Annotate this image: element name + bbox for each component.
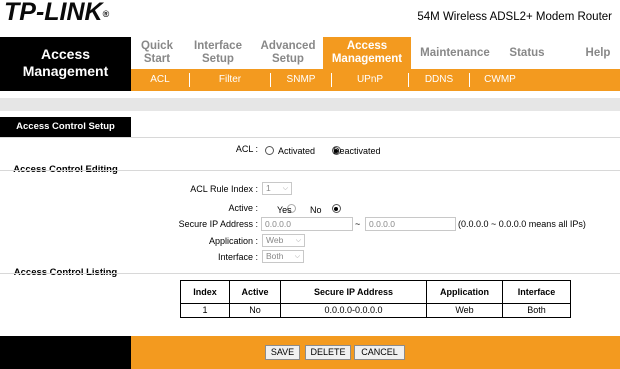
nav-status[interactable]: Status	[499, 37, 555, 69]
cancel-button[interactable]: CANCEL	[354, 345, 405, 360]
application-value: Web	[266, 235, 284, 245]
chevron-down-icon: ⌵	[294, 253, 300, 260]
section-access-control-setup: Access Control Setup	[0, 117, 131, 137]
subnav-upnp[interactable]: UPnP	[332, 69, 408, 91]
cell-application: Web	[426, 302, 503, 319]
cell-secure-ip: 0.0.0.0-0.0.0.0	[280, 302, 427, 319]
col-header-application: Application	[426, 280, 503, 304]
interface-label: Interface :	[217, 252, 258, 262]
section-title-line2: Management	[22, 63, 109, 79]
cell-index: 1	[180, 302, 230, 319]
acl-listing-table: Index Active Secure IP Address Applicati…	[180, 280, 571, 319]
table-row: 1 No 0.0.0.0-0.0.0.0 Web Both	[180, 302, 571, 319]
nav-interface-setup[interactable]: Interface Setup	[183, 37, 253, 69]
acl-activated-radio[interactable]	[265, 146, 274, 156]
application-label: Application :	[208, 236, 258, 246]
tp-link-logo: TP-LINK®	[4, 0, 164, 26]
subnav-snmp[interactable]: SNMP	[271, 69, 331, 91]
nav-maintenance[interactable]: Maintenance	[417, 37, 493, 69]
active-label: Active :	[228, 203, 258, 213]
chevron-down-icon: ⌵	[282, 185, 288, 192]
nav-help[interactable]: Help	[579, 37, 617, 69]
chevron-down-icon: ⌵	[295, 237, 301, 244]
divider	[0, 170, 620, 171]
table-header-row: Index Active Secure IP Address Applicati…	[180, 280, 571, 304]
separator-band	[0, 98, 620, 111]
footer-left-block	[0, 336, 131, 369]
nav-access-management[interactable]: Access Management	[323, 37, 411, 69]
active-no-radio[interactable]	[331, 204, 341, 214]
secure-ip-label: Secure IP Address :	[178, 219, 258, 229]
save-button[interactable]: SAVE	[265, 345, 300, 360]
interface-value: Both	[266, 251, 284, 261]
ip-range-hint: (0.0.0.0 ~ 0.0.0.0 means all IPs)	[458, 219, 586, 229]
col-header-secure-ip: Secure IP Address	[280, 280, 427, 304]
interface-select[interactable]: Both ⌵	[262, 250, 304, 263]
logo-text: TP-LINK	[4, 0, 103, 26]
divider	[0, 137, 620, 138]
model-title: 54M Wireless ADSL2+ Modem Router	[417, 11, 612, 23]
section-title-line1: Access	[40, 46, 91, 62]
application-select[interactable]: Web ⌵	[262, 234, 305, 247]
logo-registered-mark: ®	[102, 9, 110, 19]
rule-index-select[interactable]: 1 ⌵	[262, 182, 292, 195]
secure-ip-start-input[interactable]: 0.0.0.0	[261, 217, 353, 231]
col-header-active: Active	[229, 280, 281, 304]
active-no-label: No	[310, 205, 322, 215]
subnav-cwmp[interactable]: CWMP	[470, 69, 530, 91]
cell-interface: Both	[502, 302, 571, 319]
secure-ip-end-input[interactable]: 0.0.0.0	[365, 217, 456, 231]
col-header-index: Index	[180, 280, 230, 304]
delete-button[interactable]: DELETE	[305, 345, 351, 360]
active-yes-label: Yes	[277, 205, 292, 215]
rule-index-label: ACL Rule Index :	[190, 184, 258, 194]
sub-nav: ACL Filter SNMP UPnP DDNS CWMP	[131, 69, 620, 91]
rule-index-value: 1	[266, 183, 271, 193]
acl-deactivated-label: Deactivated	[333, 146, 381, 156]
main-nav: Quick Start Interface Setup Advanced Setup …	[131, 37, 620, 69]
divider	[0, 273, 620, 274]
acl-activated-label: Activated	[278, 146, 316, 156]
subnav-acl[interactable]: ACL	[131, 69, 189, 91]
nav-advanced-setup[interactable]: Advanced Setup	[253, 37, 323, 69]
cell-active: No	[229, 302, 281, 319]
col-header-interface: Interface	[502, 280, 571, 304]
section-title-block: Access Management	[0, 37, 131, 91]
nav-quick-start[interactable]: Quick Start	[131, 37, 183, 69]
ip-range-tilde: ~	[355, 219, 361, 229]
acl-label: ACL :	[235, 144, 258, 154]
subnav-ddns[interactable]: DDNS	[409, 69, 469, 91]
subnav-filter[interactable]: Filter	[190, 69, 270, 91]
